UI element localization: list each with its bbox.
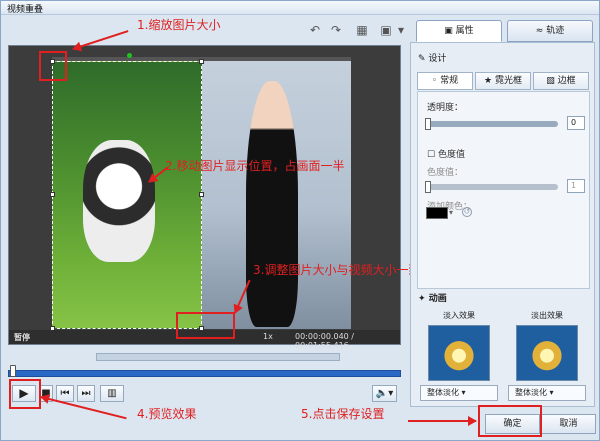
annotation-box-5	[478, 405, 542, 437]
properties-icon: ▣	[444, 26, 456, 36]
overlay-image[interactable]	[50, 53, 204, 331]
tab-track[interactable]: ≈ 轨迹	[507, 20, 593, 42]
annotation-5: 5.点击保存设置	[301, 407, 385, 421]
timeline	[8, 353, 401, 381]
split-button[interactable]: ▥	[100, 385, 124, 402]
annotation-2: 2.移动图片显示位置，占画面一半	[165, 159, 345, 173]
opacity-label: 透明度：	[427, 103, 464, 113]
annotation-3: 3.调整图片大小与视频大小一致	[253, 263, 421, 277]
chroma-label: 色度值：	[427, 168, 464, 178]
playback-speed: 1x	[263, 332, 273, 341]
subtab-glow-frame-label: 霓光框	[494, 76, 522, 86]
playback-controls: ▶ ■ ⏮ ⏭ ▥ 🔈▾	[8, 384, 401, 404]
pause-status: 暂停	[14, 333, 30, 342]
fade-in-dropdown-icon: ▾	[459, 388, 466, 397]
timeline-main-track[interactable]	[8, 370, 401, 377]
chroma-slider[interactable]	[425, 181, 558, 193]
video-frame	[202, 61, 351, 329]
timeline-scrubber[interactable]	[10, 365, 16, 377]
track-icon: ≈	[535, 26, 547, 36]
properties-panel: ✎ 设计 ◦ 常规 ★ 霓光框 ▧ 边框 透明度： 0 ☐ 色度值 色度值： 1…	[410, 42, 595, 407]
animation-section-title: ✦ 动画	[418, 291, 447, 304]
fade-out-option: 整体淡化	[515, 388, 547, 397]
volume-icon: 🔈▾	[375, 388, 394, 399]
tab-properties-label: 属性	[455, 26, 474, 36]
color-swatch[interactable]	[426, 207, 448, 219]
design-subtabs: ◦ 常规 ★ 霓光框 ▧ 边框	[417, 72, 590, 90]
design-section-title: ✎ 设计	[418, 51, 446, 64]
subtab-general[interactable]: ◦ 常规	[417, 72, 473, 90]
resize-handle-right[interactable]	[199, 192, 204, 197]
dog-image	[83, 140, 155, 262]
animation-icon: ✦	[418, 294, 429, 304]
glow-frame-icon: ★	[484, 76, 495, 86]
undo-icon[interactable]: ↶	[307, 23, 323, 37]
annotation-1: 1.缩放图片大小	[137, 18, 221, 32]
monitor-icon[interactable]: ▣	[378, 23, 394, 37]
animation-title: 动画	[428, 294, 447, 304]
grid-icon[interactable]: ▦	[354, 23, 370, 37]
design-settings-box: 透明度： 0 ☐ 色度值 色度值： 1 添加颜色： ▾ ↺	[417, 91, 590, 289]
subtab-glow-frame[interactable]: ★ 霓光框	[475, 72, 531, 90]
chroma-checkbox[interactable]: ☐	[427, 150, 438, 160]
split-icon: ▥	[107, 388, 117, 399]
resize-handle-left[interactable]	[50, 192, 55, 197]
person-image	[246, 81, 298, 327]
annotation-box-1	[39, 51, 67, 81]
resize-handle-top-right[interactable]	[199, 59, 204, 64]
annotation-box-3	[176, 312, 235, 339]
tab-properties[interactable]: ▣ 属性	[416, 20, 502, 42]
preview-toolbar: ↶ ↷ ▦ ▣ ▾	[301, 19, 409, 41]
color-dropdown-icon[interactable]: ▾	[449, 208, 453, 217]
chroma-slider-knob[interactable]	[425, 181, 431, 193]
design-title: 设计	[428, 54, 447, 64]
general-icon: ◦	[431, 76, 441, 86]
timeline-upper-track[interactable]	[96, 353, 340, 361]
video-overlay-window: 视频重叠 ↶ ↷ ▦ ▣ ▾ ▣ 属性 ≈ 轨迹 暂停 1x 00:00:00.…	[0, 0, 600, 441]
preview-time: 00:00:00.040 / 00:01:55.416	[295, 332, 354, 350]
monitor-dropdown-icon[interactable]: ▾	[393, 23, 409, 37]
opacity-slider-knob[interactable]	[425, 118, 431, 130]
fade-out-thumbnail[interactable]	[516, 325, 578, 381]
previous-frame-icon: ⏮	[60, 388, 70, 399]
opacity-value[interactable]: 0	[567, 116, 585, 130]
fade-out-label: 淡出效果	[531, 311, 563, 320]
fade-out-dropdown-icon: ▾	[547, 388, 554, 397]
annotation-arrow-5	[408, 420, 476, 422]
rotate-handle[interactable]	[127, 53, 132, 58]
volume-button[interactable]: 🔈▾	[372, 385, 397, 402]
fade-out-select[interactable]: 整体淡化 ▾	[508, 385, 586, 401]
fade-in-thumbnail[interactable]	[428, 325, 490, 381]
subtab-border-label: 边框	[557, 76, 576, 86]
chroma-value[interactable]: 1	[567, 179, 585, 193]
next-frame-button[interactable]: ⏭	[77, 385, 95, 402]
chroma-title: 色度值	[437, 150, 465, 160]
next-frame-icon: ⏭	[81, 388, 91, 399]
border-icon: ▧	[546, 76, 558, 86]
annotation-4: 4.预览效果	[137, 407, 197, 421]
cancel-button[interactable]: 取消	[541, 414, 596, 434]
chroma-section-title: ☐ 色度值	[427, 147, 465, 160]
fade-in-option: 整体淡化	[427, 388, 459, 397]
tab-track-label: 轨迹	[546, 26, 565, 36]
preview-area[interactable]: 暂停 1x 00:00:00.040 / 00:01:55.416	[8, 45, 401, 350]
design-icon: ✎	[418, 54, 429, 64]
title-bar: 视频重叠	[1, 1, 599, 15]
subtab-border[interactable]: ▧ 边框	[533, 72, 589, 90]
reset-color-icon[interactable]: ↺	[462, 207, 472, 217]
window-title: 视频重叠	[7, 5, 44, 15]
fade-in-label: 淡入效果	[443, 311, 475, 320]
subtab-general-label: 常规	[440, 76, 459, 86]
fade-in-select[interactable]: 整体淡化 ▾	[420, 385, 498, 401]
right-tabs: ▣ 属性 ≈ 轨迹	[416, 20, 594, 42]
opacity-slider[interactable]	[425, 118, 558, 130]
annotation-box-4	[9, 379, 41, 409]
redo-icon[interactable]: ↷	[328, 23, 344, 37]
preview-stage	[50, 53, 351, 331]
